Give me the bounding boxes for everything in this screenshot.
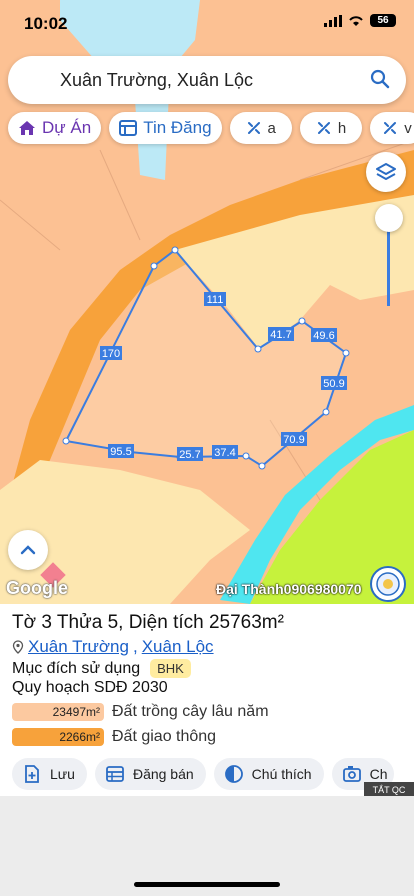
edge-label: 49.6 [313,330,334,342]
plan-label: Quy hoạch SDĐ 2030 [12,679,168,696]
chip-label: a [267,119,276,137]
legend-button[interactable]: Chú thích [213,758,324,790]
search-bar[interactable]: Xuân Trường, Xuân Lộc [8,56,406,104]
parcel-location: Xuân Trường, Xuân Lộc [12,637,214,657]
action-bar: Lưu Đăng bán Chú thích Ch [12,758,394,790]
camera-icon [342,766,361,782]
edge-label: 170 [102,348,120,360]
chip-label: Dự Án [42,118,92,137]
commune-link[interactable]: Xuân Trường [28,637,129,657]
legend-label: Đất trồng cây lâu năm [112,703,269,720]
wifi-icon [349,15,363,26]
legend-row: 23497m² Đất trồng cây lâu năm [12,702,269,722]
save-label: Lưu [50,766,75,782]
tool-icon [384,122,397,134]
status-icons: 56 [324,14,396,27]
chip-label: v [404,119,412,137]
chevron-up-icon [20,545,36,555]
edge-label: 37.4 [214,447,235,459]
listing-icon [119,120,138,136]
legend-area: 2266m² [12,728,104,746]
chip-label: Tin Đăng [143,118,212,137]
parcel-title: Tờ 3 Thửa 5, Diện tích 25763m² [12,612,284,633]
tool-icon [317,122,330,134]
edge-label: 41.7 [270,329,291,341]
location-separator: , [132,637,138,656]
legend-icon [224,765,243,783]
save-button[interactable]: Lưu [12,758,87,790]
post-sale-button[interactable]: Đăng bán [94,758,206,790]
post-icon [106,766,124,782]
edge-label: 50.9 [323,378,344,390]
expand-button[interactable] [8,530,48,570]
legend-label: Chú thích [251,766,312,782]
battery-icon: 56 [370,14,396,27]
purpose-row: Mục đích sử dụng BHK [12,659,191,678]
edge-label: 95.5 [110,446,131,458]
ad-area [0,796,414,896]
legend-label: Đất giao thông [112,728,217,745]
filter-chips: Dự Án Tin Đăng a h v [8,112,414,144]
legend-area: 23497m² [12,703,104,721]
chip-tool-h[interactable]: h [299,112,363,144]
search-input[interactable]: Xuân Trường, Xuân Lộc [60,70,253,91]
legend-row: 2266m² Đất giao thông [12,727,216,747]
search-icon[interactable] [370,69,390,89]
chip-label: h [337,119,347,137]
status-bar: 10:02 56 [0,0,414,48]
chip-tool-a[interactable]: a [229,112,292,144]
edge-label: 25.7 [179,449,200,461]
district-link[interactable]: Xuân Lộc [142,637,214,657]
screen: 170 111 41.7 49.6 50.9 70.9 37.4 25.7 95… [0,0,414,896]
chip-tool-v[interactable]: v [370,112,414,144]
purpose-badge: BHK [150,659,191,678]
camera-label: Ch [369,766,388,782]
status-time: 10:02 [24,14,68,33]
home-indicator [134,882,280,887]
owner-logo [370,566,406,602]
location-pin-icon [12,640,24,654]
layers-button[interactable] [366,152,406,192]
google-logo: Google [6,578,68,598]
purpose-label: Mục đích sử dụng [12,659,141,677]
tool-icon [247,122,260,134]
signal-icon [324,14,342,27]
chip-projects[interactable]: Dự Án [8,112,102,144]
seal-icon [376,572,400,596]
house-icon [19,121,35,135]
layers-icon [376,163,396,180]
edge-label: 70.9 [283,434,304,446]
owner-contact: Đại Thành0906980070 [216,581,362,597]
parcel-info-panel: Tờ 3 Thửa 5, Diện tích 25763m² Xuân Trườ… [0,604,414,796]
save-icon [25,765,39,783]
opacity-slider-knob[interactable] [375,204,403,232]
map[interactable]: 170 111 41.7 49.6 50.9 70.9 37.4 25.7 95… [0,0,414,604]
post-sale-label: Đăng bán [132,766,194,782]
chip-listings[interactable]: Tin Đăng [109,112,222,144]
edge-label: 111 [207,294,224,306]
